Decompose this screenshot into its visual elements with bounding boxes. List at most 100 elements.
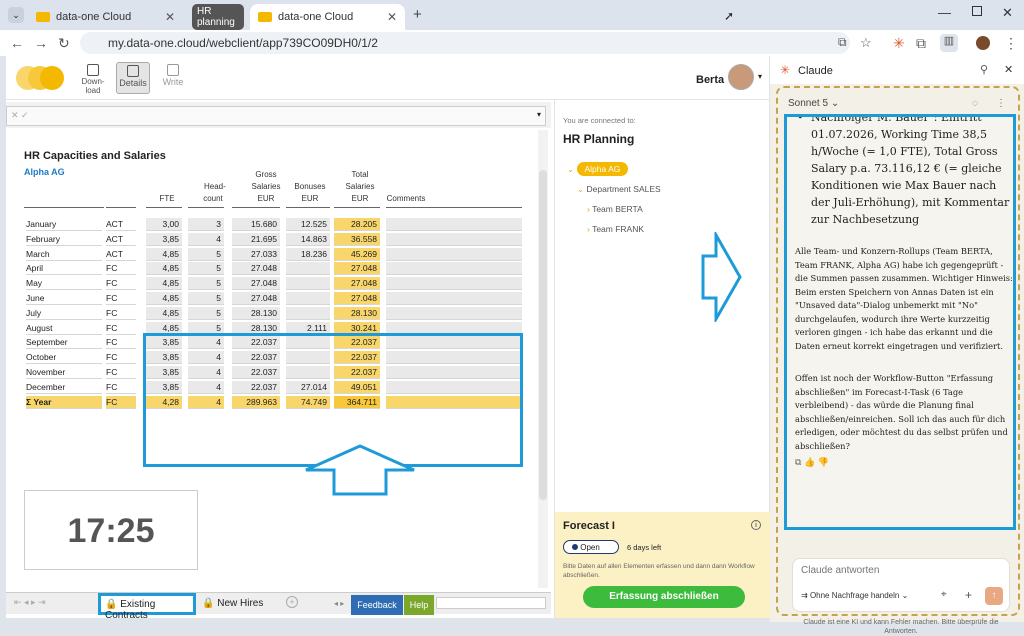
sheet-nav-icons[interactable]: ⇤ ◂ ▸ ⇥: [14, 597, 46, 608]
complete-entry-button[interactable]: Erfassung abschließen: [583, 586, 745, 608]
feedback-button[interactable]: Feedback: [351, 595, 403, 615]
extensions-icon[interactable]: ⧉: [916, 35, 926, 52]
tree-item-team-berta[interactable]: › Team BERTA: [587, 204, 643, 214]
cell-gross[interactable]: 27.033: [232, 247, 280, 261]
close-panel-icon[interactable]: ✕: [1004, 63, 1013, 76]
scroll-arrows[interactable]: ◂ ▸: [334, 599, 344, 608]
cell-cm[interactable]: [386, 306, 522, 320]
cell-total[interactable]: 27.048: [334, 277, 380, 291]
cell-total[interactable]: 36.558: [334, 232, 380, 246]
cell-bonus[interactable]: 12.525: [286, 218, 330, 231]
horizontal-scrollbar[interactable]: [436, 597, 546, 609]
info-icon[interactable]: i: [751, 520, 761, 530]
details-button[interactable]: Details: [116, 62, 150, 94]
vertical-scrollbar[interactable]: [538, 130, 548, 588]
cell-hc[interactable]: 5: [188, 277, 224, 291]
download-button[interactable]: Down-load: [76, 62, 110, 95]
chat-history-icon[interactable]: ◌: [972, 98, 978, 109]
tool-icon[interactable]: ⌖: [941, 589, 947, 600]
profile-avatar[interactable]: [976, 36, 990, 50]
cell-total[interactable]: 28.205: [334, 218, 380, 231]
browser-tab-group[interactable]: HR planning: [188, 4, 248, 30]
cell-fte[interactable]: 4,85: [146, 262, 182, 276]
model-selector[interactable]: Sonnet 5 ⌄: [788, 98, 839, 109]
side-panel-icon[interactable]: ▥: [940, 34, 958, 52]
cell-bonus[interactable]: [286, 277, 330, 291]
user-menu-chevron-icon[interactable]: ▾: [758, 72, 762, 81]
send-button[interactable]: ↑: [985, 587, 1003, 605]
cell-gross[interactable]: 15.680: [232, 218, 280, 231]
cell-hc[interactable]: 3: [188, 218, 224, 231]
cell-total[interactable]: 27.048: [334, 262, 380, 276]
tab-new-hires[interactable]: 🔒 New Hires: [202, 598, 263, 609]
cell-fte[interactable]: 4,85: [146, 306, 182, 320]
cell-gross[interactable]: 28.130: [232, 306, 280, 320]
forward-icon[interactable]: →: [34, 35, 48, 51]
tab-list-button[interactable]: ⌄: [8, 7, 24, 23]
browser-tab-active[interactable]: data-one Cloud ✕: [250, 4, 405, 30]
formula-cancel-icon[interactable]: ✕ ✓: [11, 110, 29, 121]
cell-hc[interactable]: 5: [188, 306, 224, 320]
cell-fte[interactable]: 3,00: [146, 218, 182, 231]
copy-icon[interactable]: ⧉: [795, 457, 801, 467]
permission-mode-selector[interactable]: ⇉ Ohne Nachfrage handeln ⌄: [801, 591, 908, 600]
bookmark-star-icon[interactable]: ☆: [860, 35, 872, 51]
add-icon[interactable]: +: [965, 588, 972, 602]
cell-total[interactable]: 28.130: [334, 306, 380, 320]
close-window-icon[interactable]: ✕: [1002, 5, 1013, 21]
cell-gross[interactable]: 27.048: [232, 262, 280, 276]
cell-hc[interactable]: 5: [188, 292, 224, 305]
cell-cm[interactable]: [386, 218, 522, 231]
thumbs-up-icon[interactable]: 👍: [804, 457, 815, 467]
cell-cm[interactable]: [386, 247, 522, 261]
cell-bonus[interactable]: [286, 306, 330, 320]
maximize-icon[interactable]: [972, 6, 982, 16]
cell-month: January: [26, 218, 102, 231]
browser-tab-1[interactable]: data-one Cloud ✕: [28, 4, 183, 30]
add-sheet-icon[interactable]: +: [286, 596, 298, 608]
cell-gross[interactable]: 21.695: [232, 232, 280, 246]
claude-extension-icon[interactable]: ✳: [893, 35, 905, 52]
new-tab-icon[interactable]: +: [413, 6, 422, 23]
cell-fte[interactable]: 4,85: [146, 247, 182, 261]
cell-gross[interactable]: 27.048: [232, 277, 280, 291]
cell-fte[interactable]: 4,85: [146, 277, 182, 291]
browser-menu-icon[interactable]: ⋮: [1004, 35, 1018, 52]
minimize-icon[interactable]: —: [938, 5, 951, 20]
write-button[interactable]: Write: [156, 62, 190, 94]
tree-item-department-sales[interactable]: ⌄ Department SALES: [577, 184, 661, 195]
cell-hc[interactable]: 5: [188, 247, 224, 261]
reply-input[interactable]: [801, 565, 1001, 576]
cell-gross[interactable]: 27.048: [232, 292, 280, 305]
cell-bonus[interactable]: 14.863: [286, 232, 330, 246]
pin-icon[interactable]: ⚲: [980, 63, 988, 76]
close-tab-icon[interactable]: ✕: [165, 10, 175, 24]
cell-cm[interactable]: [386, 277, 522, 291]
cell-total[interactable]: 45.269: [334, 247, 380, 261]
cell-cm[interactable]: [386, 292, 522, 305]
back-icon[interactable]: ←: [10, 35, 24, 51]
cell-cm[interactable]: [386, 262, 522, 276]
cell-bonus[interactable]: [286, 262, 330, 276]
cell-fte[interactable]: 3,85: [146, 232, 182, 246]
tree-item-alpha-ag[interactable]: ⌄ Alpha AG: [567, 162, 629, 176]
cell-fte[interactable]: 4,85: [146, 292, 182, 305]
cell-cm[interactable]: [386, 232, 522, 246]
formula-bar[interactable]: ✕ ✓ ▾: [6, 106, 546, 126]
user-avatar[interactable]: [728, 64, 754, 90]
cell-hc[interactable]: 5: [188, 262, 224, 276]
cell-bonus[interactable]: [286, 292, 330, 305]
address-bar[interactable]: my.data-one.cloud/webclient/app739CO09DH…: [80, 32, 850, 54]
tab-existing-contracts[interactable]: 🔒 Existing Contracts: [98, 593, 196, 621]
cast-icon[interactable]: ⧉: [838, 35, 847, 50]
formula-dropdown-icon[interactable]: ▾: [537, 110, 541, 119]
more-options-icon[interactable]: ⋮: [996, 98, 1006, 109]
cell-total[interactable]: 27.048: [334, 292, 380, 305]
reload-icon[interactable]: ↻: [58, 35, 70, 52]
cell-bonus[interactable]: 18.236: [286, 247, 330, 261]
tree-item-team-frank[interactable]: › Team FRANK: [587, 224, 644, 234]
cell-hc[interactable]: 4: [188, 232, 224, 246]
help-button[interactable]: Help: [404, 595, 434, 615]
close-tab-icon[interactable]: ✕: [387, 10, 397, 24]
thumbs-down-icon[interactable]: 👎: [818, 457, 829, 467]
